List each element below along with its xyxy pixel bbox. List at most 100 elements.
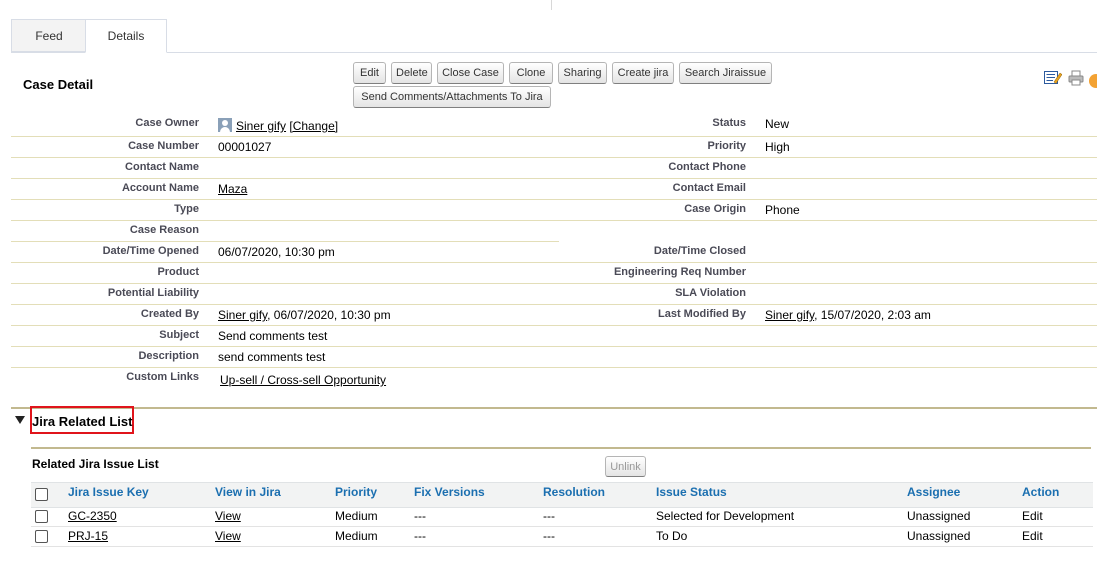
modified-by-date: , 15/07/2020, 2:03 am: [814, 308, 931, 322]
last-modified-by-value: Siner gify, 15/07/2020, 2:03 am: [765, 308, 931, 322]
jira-related-list-header: Jira Related List: [30, 406, 134, 434]
description-value: send comments test: [218, 350, 326, 364]
case-owner-value: Siner gify [Change]: [218, 118, 338, 133]
row-divider: [11, 367, 1097, 368]
collapse-triangle-icon[interactable]: [15, 416, 25, 424]
case-origin-label: Case Origin: [684, 203, 746, 215]
status-value: New: [765, 117, 790, 131]
sla-violation-label: SLA Violation: [675, 287, 746, 299]
custom-links-label: Custom Links: [126, 371, 199, 383]
upsell-opportunity-link[interactable]: Up-sell / Cross-sell Opportunity: [220, 373, 386, 387]
col-assignee[interactable]: Assignee: [907, 485, 960, 499]
search-jira-issue-button[interactable]: Search Jiraissue: [679, 62, 772, 84]
send-comments-to-jira-button[interactable]: Send Comments/Attachments To Jira: [353, 86, 551, 108]
created-by-user-link[interactable]: Siner gify: [218, 308, 267, 322]
status-label: Status: [712, 117, 746, 129]
subject-label: Subject: [159, 329, 199, 341]
sharing-button[interactable]: Sharing: [558, 62, 607, 84]
row-divider: [11, 262, 1097, 263]
col-issue-status[interactable]: Issue Status: [656, 485, 727, 499]
account-name-link[interactable]: Maza: [218, 182, 247, 196]
last-modified-by-label: Last Modified By: [657, 308, 746, 320]
resolution-cell: ---: [543, 529, 555, 543]
case-owner-link[interactable]: Siner gify: [236, 119, 286, 133]
table-row-divider: [31, 546, 1093, 547]
priority-cell: Medium: [335, 509, 378, 523]
case-detail-title: Case Detail: [23, 77, 94, 92]
row-divider: [11, 178, 1097, 179]
clone-button[interactable]: Clone: [509, 62, 553, 84]
print-icon[interactable]: [1068, 70, 1084, 86]
issue-status-cell: To Do: [656, 529, 688, 543]
related-list-divider: [31, 447, 1091, 449]
related-jira-issue-list-title: Related Jira Issue List: [32, 457, 159, 471]
edit-button[interactable]: Edit: [353, 62, 386, 84]
help-icon[interactable]: [1089, 74, 1097, 88]
select-all-checkbox[interactable]: [35, 488, 48, 501]
col-view-in-jira[interactable]: View in Jira: [215, 485, 281, 499]
row-divider: [11, 241, 559, 242]
assignee-cell: Unassigned: [907, 529, 971, 543]
contact-email-label: Contact Email: [672, 182, 746, 194]
case-number-value: 00001027: [218, 140, 272, 154]
row-divider: [11, 136, 1097, 137]
row-divider: [11, 157, 1097, 158]
edit-layout-icon[interactable]: [1044, 70, 1062, 85]
delete-button[interactable]: Delete: [391, 62, 432, 84]
section-divider: [11, 407, 1097, 409]
view-in-jira-link[interactable]: View: [215, 509, 241, 523]
case-origin-value: Phone: [765, 203, 800, 217]
view-in-jira-link[interactable]: View: [215, 529, 241, 543]
col-action[interactable]: Action: [1022, 485, 1059, 499]
user-avatar-icon: [218, 118, 232, 132]
col-resolution[interactable]: Resolution: [543, 485, 605, 499]
jira-issue-key-link[interactable]: GC-2350: [68, 509, 117, 523]
fix-versions-cell: ---: [414, 509, 426, 523]
description-label: Description: [138, 350, 199, 362]
case-reason-label: Case Reason: [129, 224, 199, 236]
engineering-req-label: Engineering Req Number: [613, 266, 746, 278]
assignee-cell: Unassigned: [907, 509, 971, 523]
potential-liability-label: Potential Liability: [107, 287, 199, 299]
col-priority[interactable]: Priority: [335, 485, 377, 499]
modified-by-user-link[interactable]: Siner gify: [765, 308, 814, 322]
row-divider: [11, 304, 1097, 305]
type-label: Type: [174, 203, 199, 215]
row-divider: [11, 283, 1097, 284]
close-case-button[interactable]: Close Case: [437, 62, 504, 84]
edit-action-link[interactable]: Edit: [1022, 509, 1043, 523]
top-divider: [551, 0, 552, 10]
change-owner-link[interactable]: [Change]: [289, 119, 338, 133]
edit-action-link[interactable]: Edit: [1022, 529, 1043, 543]
row-divider: [11, 346, 1097, 347]
issue-status-cell: Selected for Development: [656, 509, 795, 523]
row-checkbox[interactable]: [35, 510, 48, 523]
row-divider: [11, 220, 1097, 221]
table-row-divider: [31, 526, 1093, 527]
jira-related-list-title: Jira Related List: [32, 414, 133, 429]
account-name-label: Account Name: [121, 182, 199, 194]
tab-bar: Feed Details: [11, 19, 1097, 53]
date-opened-value: 06/07/2020, 10:30 pm: [218, 245, 335, 259]
row-checkbox[interactable]: [35, 530, 48, 543]
contact-phone-label: Contact Phone: [668, 161, 746, 173]
tab-details[interactable]: Details: [85, 19, 167, 53]
case-number-label: Case Number: [128, 140, 199, 152]
subject-value: Send comments test: [218, 329, 328, 343]
date-opened-label: Date/Time Opened: [102, 245, 199, 257]
created-by-label: Created By: [140, 308, 199, 320]
col-jira-issue-key[interactable]: Jira Issue Key: [68, 485, 149, 499]
priority-label: Priority: [707, 140, 746, 152]
create-jira-button[interactable]: Create jira: [612, 62, 674, 84]
resolution-cell: ---: [543, 509, 555, 523]
tab-feed[interactable]: Feed: [11, 19, 86, 52]
contact-name-label: Contact Name: [125, 161, 199, 173]
created-by-date: , 06/07/2020, 10:30 pm: [267, 308, 391, 322]
jira-issue-key-link[interactable]: PRJ-15: [68, 529, 108, 543]
created-by-value: Siner gify, 06/07/2020, 10:30 pm: [218, 308, 391, 322]
unlink-button[interactable]: Unlink: [605, 456, 646, 477]
row-divider: [11, 199, 1097, 200]
date-closed-label: Date/Time Closed: [653, 245, 746, 257]
col-fix-versions[interactable]: Fix Versions: [414, 485, 485, 499]
case-owner-label: Case Owner: [135, 117, 199, 129]
